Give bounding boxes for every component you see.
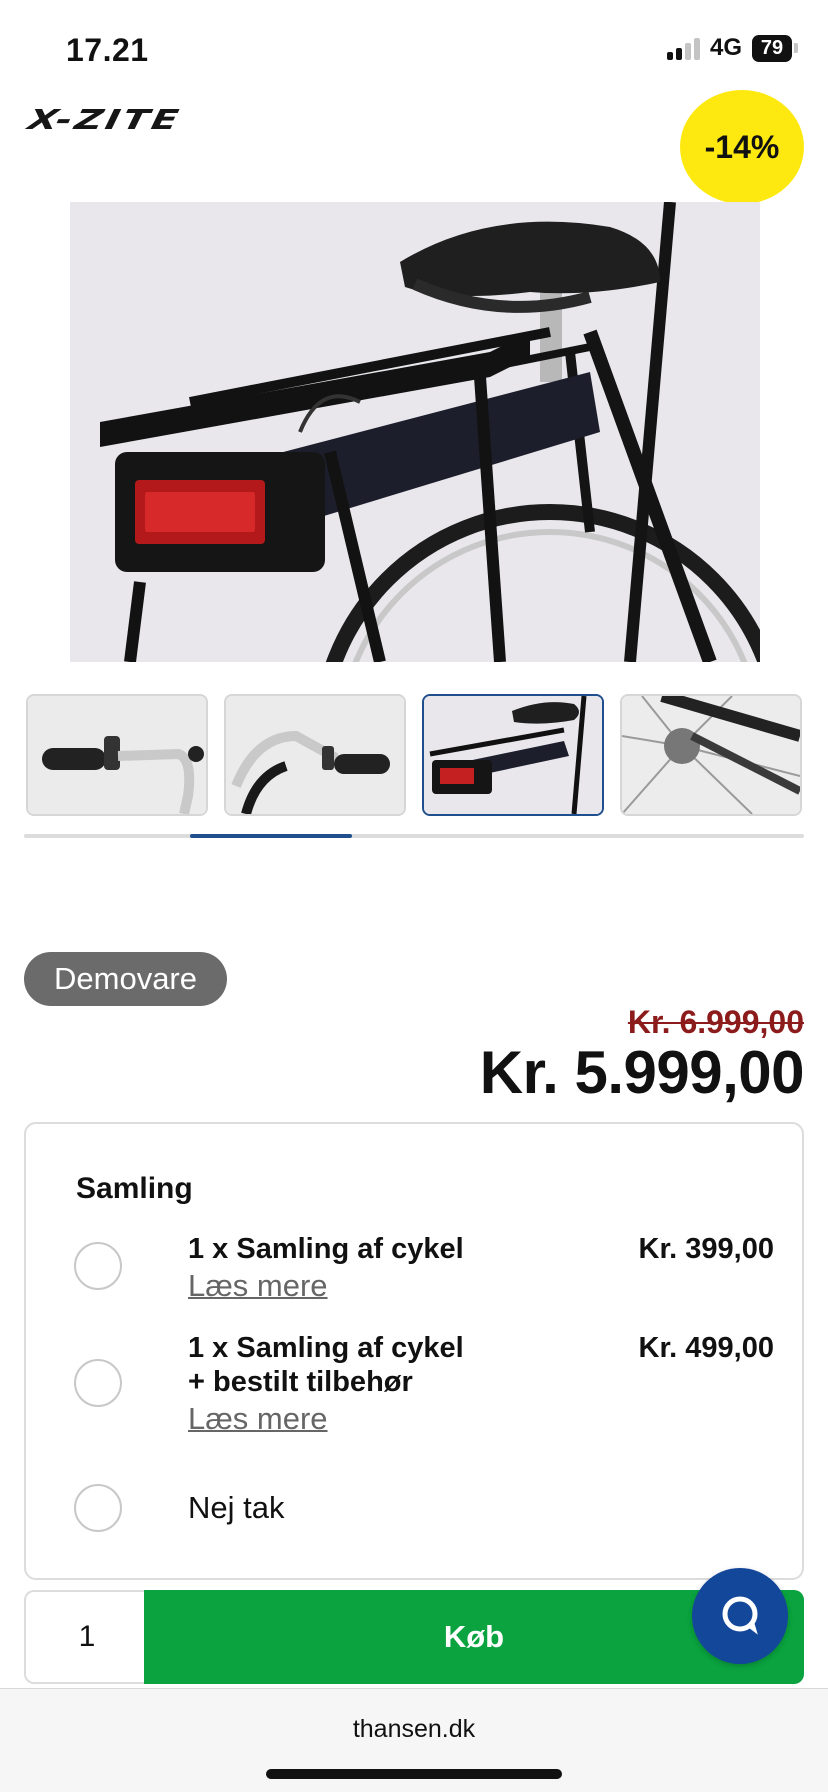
read-more-link[interactable]: Læs mere xyxy=(188,1268,328,1304)
thumbnail-scroll-track xyxy=(24,834,804,838)
radio-button[interactable] xyxy=(74,1484,122,1532)
buy-row: 1 Køb xyxy=(24,1590,804,1684)
thumbnail-handlebar-right[interactable] xyxy=(224,694,406,816)
thumbnail-handlebar-left[interactable] xyxy=(26,694,208,816)
battery-level: 79 xyxy=(752,34,792,62)
status-indicators: 4G 79 xyxy=(666,34,798,62)
assembly-options-card: Samling 1 x Samling af cykel Kr. 399,00 … xyxy=(24,1122,804,1580)
signal-icon xyxy=(666,36,700,60)
read-more-link[interactable]: Læs mere xyxy=(188,1401,328,1437)
status-time: 17.21 xyxy=(66,32,149,68)
quantity-field[interactable]: 1 xyxy=(24,1590,148,1684)
bike-rear-rack-image xyxy=(70,202,760,662)
network-label: 4G xyxy=(709,34,742,61)
brand-logo: X-ZITE xyxy=(25,104,185,136)
discount-badge: -14% xyxy=(680,90,804,204)
status-bar: 17.21 4G 79 xyxy=(0,0,828,100)
thumbnail-strip xyxy=(26,694,802,816)
option-price: Kr. 499,00 xyxy=(638,1332,774,1364)
home-indicator[interactable] xyxy=(266,1769,562,1779)
option-label: Nej tak xyxy=(188,1490,285,1525)
browser-url-bar[interactable]: thansen.dk xyxy=(0,1688,828,1792)
chat-bubble-icon xyxy=(722,1596,758,1635)
option-label: 1 x Samling af cykel xyxy=(188,1233,464,1265)
chat-button[interactable] xyxy=(692,1568,788,1664)
radio-button[interactable] xyxy=(74,1359,122,1407)
option-label-line2: + bestilt tilbehør xyxy=(188,1366,413,1398)
url-text: thansen.dk xyxy=(352,1715,476,1743)
product-image[interactable] xyxy=(70,202,760,662)
current-price: Kr. 5.999,00 xyxy=(479,1039,805,1106)
assembly-title: Samling xyxy=(76,1172,193,1205)
demo-badge: Demovare xyxy=(24,952,227,1006)
option-price: Kr. 399,00 xyxy=(638,1233,774,1265)
old-price: Kr. 6.999,00 xyxy=(627,1004,804,1040)
thumbnail-rear-rack[interactable] xyxy=(422,694,604,816)
thumbnail-scroll-indicator xyxy=(190,834,352,838)
battery-icon: 79 xyxy=(752,34,798,62)
thumbnail-rear-hub[interactable] xyxy=(620,694,802,816)
radio-button[interactable] xyxy=(74,1242,122,1290)
